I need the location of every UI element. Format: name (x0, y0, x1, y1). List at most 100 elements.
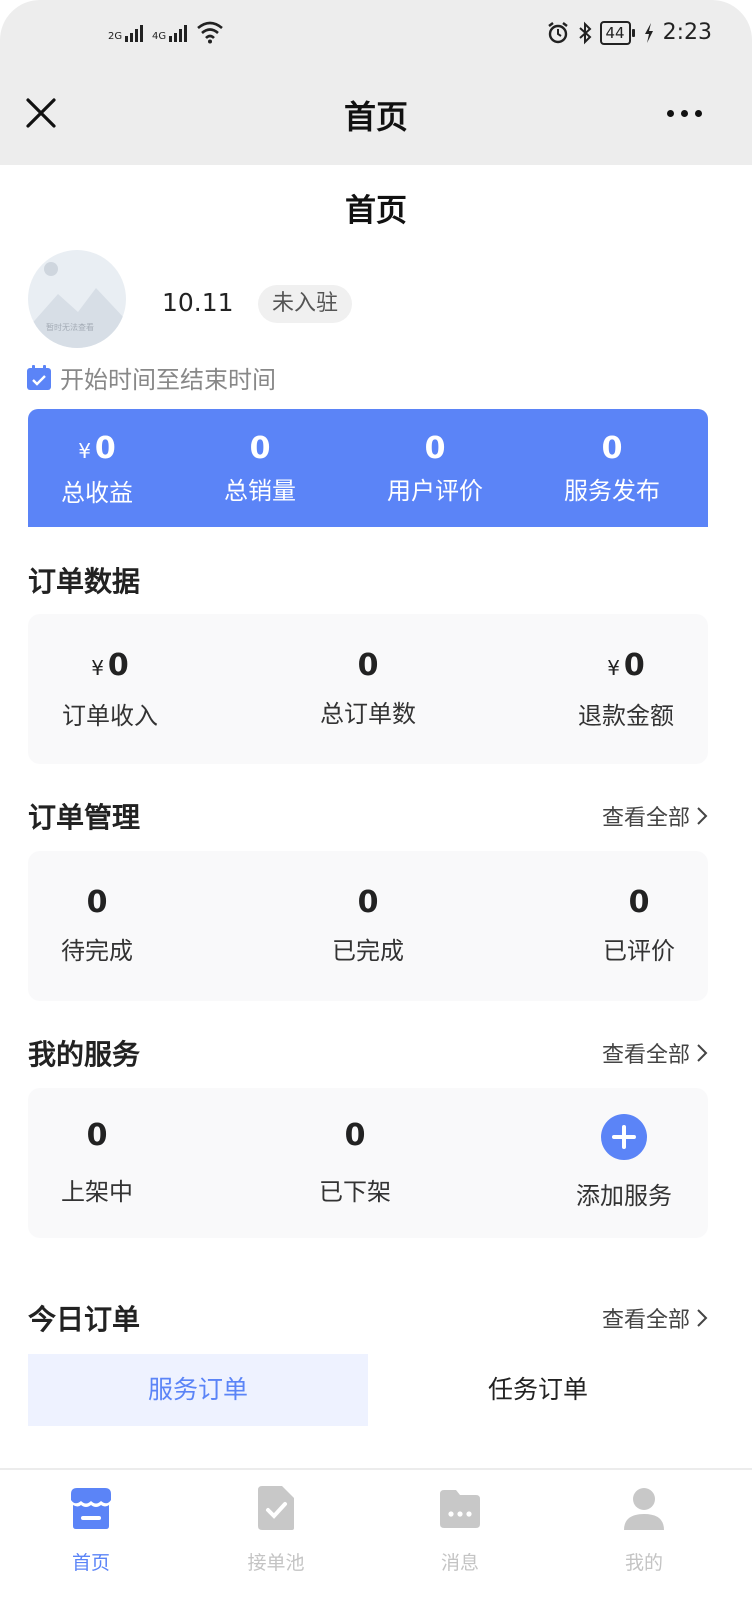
nav-item-home[interactable]: 首页 (41, 1484, 141, 1575)
nav-item-label: 接单池 (247, 1552, 305, 1574)
stat-label: 退款金额 (578, 702, 674, 730)
calendar-icon (27, 364, 51, 390)
section-title-order-data: 订单数据 (28, 565, 141, 598)
summary-value: 0 (249, 431, 271, 466)
summary-total-sales[interactable]: 0 总销量 (166, 409, 354, 527)
status-right: 44 2:23 (546, 20, 712, 45)
order-data-card: ¥0 订单收入 0 总订单数 ¥0 退款金额 (28, 614, 708, 764)
signal-bars-icon (169, 24, 188, 42)
signal-2-label: 4G (152, 31, 167, 42)
summary-value: 0 (424, 431, 446, 466)
summary-label: 用户评价 (387, 477, 483, 505)
stat-value: 0 (344, 1118, 366, 1153)
signal-1: 2G (108, 24, 144, 42)
stat-label: 订单收入 (62, 702, 158, 730)
stat-value: 0 (86, 1118, 108, 1153)
tab-task-orders[interactable]: 任务订单 (368, 1354, 708, 1426)
view-all-label: 查看全部 (601, 1043, 690, 1068)
summary-value: 0 (601, 431, 623, 466)
nav-title: 首页 (343, 98, 408, 136)
stat-value: 0 (107, 648, 129, 683)
summary-label: 总销量 (224, 477, 296, 505)
nav-item-label: 我的 (624, 1552, 663, 1574)
alarm-icon (547, 21, 568, 43)
stat-label: 上架中 (61, 1178, 133, 1206)
wifi-icon (197, 21, 223, 44)
order-management-view-all-link[interactable]: 查看全部 (602, 800, 708, 832)
nav-item-profile[interactable]: 我的 (594, 1484, 694, 1575)
tab-service-orders[interactable]: 服务订单 (28, 1354, 368, 1426)
more-icon[interactable] (667, 110, 702, 117)
document-check-icon (258, 1486, 294, 1530)
stat-value: 0 (86, 885, 108, 920)
today-orders-view-all-link[interactable]: 查看全部 (602, 1302, 708, 1334)
order-management-card: 0 待完成 0 已完成 0 已评价 (28, 851, 708, 1001)
avatar[interactable]: 暂时无法查看 (28, 250, 126, 348)
stat-label: 已下架 (319, 1178, 391, 1206)
nav-item-order-pool[interactable]: 接单池 (226, 1484, 326, 1575)
charging-icon (644, 22, 653, 43)
my-services-card: 0 上架中 0 已下架 添加服务 (28, 1088, 708, 1238)
stat-value: 0 (623, 648, 645, 683)
nav-bar: 首页 (0, 80, 752, 150)
my-services-view-all-link[interactable]: 查看全部 (602, 1037, 708, 1069)
orders-pending[interactable]: 0 待完成 (28, 851, 166, 966)
summary-services-published[interactable]: 0 服务发布 (516, 409, 708, 527)
section-title-today-orders: 今日订单 (28, 1303, 141, 1336)
nav-item-messages[interactable]: 消息 (410, 1484, 510, 1575)
store-icon (71, 1488, 111, 1529)
battery-level: 44 (599, 20, 635, 45)
header-bar: 2G 4G 44 2:23 首页 (0, 0, 752, 165)
currency-symbol: ¥ (78, 439, 91, 463)
stat-value: 0 (628, 885, 650, 920)
summary-label: 总收益 (61, 479, 133, 507)
bluetooth-icon (578, 21, 591, 44)
status-badge: 未入驻 (258, 285, 353, 323)
orders-completed[interactable]: 0 已完成 (299, 851, 437, 966)
stat-label: 总订单数 (320, 700, 416, 728)
view-all-label: 查看全部 (601, 806, 690, 831)
chevron-right-icon (697, 807, 708, 825)
summary-total-income[interactable]: ¥0 总收益 (28, 409, 166, 527)
summary-user-reviews[interactable]: 0 用户评价 (354, 409, 516, 527)
add-circle-icon (601, 1114, 647, 1160)
chevron-right-icon (697, 1044, 708, 1062)
summary-label: 服务发布 (564, 477, 660, 505)
summary-value: 0 (94, 431, 116, 466)
view-all-label: 查看全部 (601, 1308, 690, 1333)
add-service-button[interactable]: 添加服务 (558, 1088, 690, 1211)
currency-symbol: ¥ (91, 656, 104, 680)
summary-panel: ¥0 总收益 0 总销量 0 用户评价 0 服务发布 (28, 409, 708, 527)
orders-reviewed[interactable]: 0 已评价 (570, 851, 708, 966)
stat-value: 0 (357, 648, 379, 683)
image-placeholder-icon (28, 288, 126, 348)
services-delisted[interactable]: 0 已下架 (286, 1088, 424, 1207)
nav-item-label: 首页 (71, 1552, 110, 1574)
order-income[interactable]: ¥0 订单收入 (28, 614, 192, 731)
chevron-right-icon (697, 1309, 708, 1327)
stat-label: 已评价 (603, 937, 675, 965)
services-listed[interactable]: 0 上架中 (28, 1088, 166, 1207)
stat-value: 0 (357, 885, 379, 920)
nav-item-label: 消息 (440, 1552, 479, 1574)
signal-2: 4G (152, 24, 188, 42)
order-total-count[interactable]: 0 总订单数 (286, 614, 450, 729)
bottom-nav: 首页 接单池 消息 我的 (0, 1468, 752, 1606)
order-refund-amount[interactable]: ¥0 退款金额 (544, 614, 708, 731)
stat-label: 已完成 (332, 937, 404, 965)
date-range-text: 开始时间至结束时间 (60, 366, 276, 394)
signal-1-label: 2G (108, 31, 123, 42)
avatar-caption: 暂时无法查看 (46, 323, 94, 332)
status-bar: 2G 4G 44 2:23 (0, 18, 752, 58)
stat-label: 待完成 (61, 937, 133, 965)
message-icon (440, 1490, 480, 1528)
today-orders-tabs: 服务订单 任务订单 (28, 1354, 708, 1426)
page-title: 首页 (345, 193, 407, 229)
user-name: 10.11 (162, 288, 234, 317)
status-time: 2:23 (662, 20, 712, 45)
date-range-picker[interactable]: 开始时间至结束时间 (26, 360, 276, 395)
section-title-my-services: 我的服务 (28, 1038, 141, 1071)
currency-symbol: ¥ (607, 656, 620, 680)
user-icon (624, 1488, 664, 1530)
section-title-order-management: 订单管理 (28, 801, 141, 834)
